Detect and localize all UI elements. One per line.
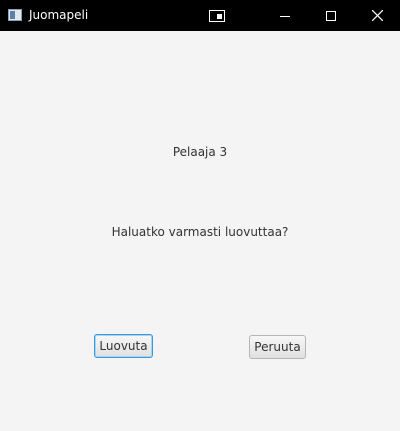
player-label: Pelaaja 3 (172, 145, 228, 159)
maximize-icon (326, 10, 336, 21)
snap-layout-button[interactable] (194, 0, 240, 31)
title-bar: Juomapeli (0, 0, 400, 31)
cancel-button[interactable]: Peruuta (249, 335, 306, 359)
snap-layout-icon (209, 9, 225, 22)
confirm-question: Haluatko varmasti luovuttaa? (111, 225, 289, 239)
give-up-button[interactable]: Luovuta (94, 334, 153, 358)
close-button[interactable] (354, 0, 400, 31)
window-title: Juomapeli (29, 8, 89, 22)
dialog-content: Pelaaja 3 Haluatko varmasti luovuttaa? L… (0, 31, 400, 431)
minimize-button[interactable] (262, 0, 308, 31)
close-icon (371, 10, 383, 21)
app-window-icon (8, 9, 22, 21)
maximize-button[interactable] (308, 0, 354, 31)
minimize-icon (280, 15, 290, 17)
